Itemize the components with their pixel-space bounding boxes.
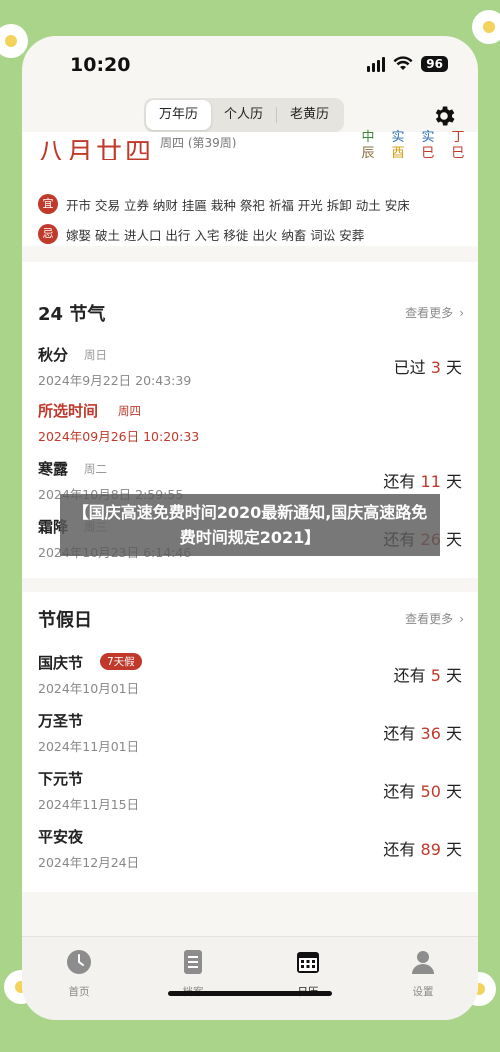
status-icons: 96: [367, 56, 448, 72]
battery-indicator: 96: [421, 56, 448, 72]
holiday-name: 万圣节: [38, 712, 84, 730]
holiday-date: 2024年10月01日: [38, 681, 140, 696]
holiday-name: 下元节: [38, 770, 84, 788]
holidays-title: 节假日: [38, 610, 92, 631]
ganzhi-cell: 酉: [391, 146, 405, 161]
countdown-number: 50: [420, 782, 441, 801]
tab-wannianli[interactable]: 万年历: [146, 100, 212, 130]
countdown-number: 5: [430, 666, 441, 685]
signal-icon: [367, 56, 386, 72]
tab-personal-calendar[interactable]: 个人历: [211, 100, 276, 130]
ganzhi-cell: 巳: [451, 146, 465, 161]
countdown-prefix: 还有: [383, 782, 416, 801]
countdown-suffix: 天: [445, 666, 462, 685]
countdown-prefix: 已过: [393, 358, 426, 377]
tab-label: 设置: [412, 986, 434, 998]
bottom-tab-bar: 首页 档案 日历 设置: [22, 936, 478, 1020]
holiday-date: 2024年11月01日: [38, 739, 140, 754]
countdown-number: 11: [420, 472, 441, 491]
see-more-label: 查看更多: [405, 612, 454, 626]
yi-badge: 宜: [38, 194, 58, 214]
ganzhi-cell: 辰: [361, 146, 375, 161]
term-date: 2024年09月26日 10:20:33: [38, 429, 200, 444]
ganzhi-cell: 实: [421, 130, 435, 145]
yi-row: 宜 开市 交易 立券 纳财 挂匾 栽种 祭祀 祈福 开光 拆卸 动土 安床: [38, 194, 410, 214]
clock-icon: [67, 950, 91, 974]
holiday-countdown: 还有 50 天: [383, 778, 462, 802]
solar-terms-title: 24 节气: [38, 304, 106, 325]
countdown-suffix: 天: [445, 472, 462, 491]
countdown-prefix: 还有: [393, 666, 426, 685]
term-date: 2024年9月22日 20:43:39: [38, 373, 192, 388]
chevron-right-icon: ›: [459, 611, 464, 626]
holidays-see-more[interactable]: 查看更多 ›: [405, 610, 464, 627]
ganzhi-cell: 丁: [451, 130, 465, 145]
term-week: 周日: [84, 348, 107, 362]
countdown-number: 3: [430, 358, 441, 377]
term-name: 所选时间: [38, 402, 99, 420]
holiday-countdown: 还有 89 天: [383, 836, 462, 860]
tab-almanac[interactable]: 老黄历: [277, 100, 342, 130]
term-countdown: 已过 3 天: [394, 354, 462, 378]
countdown-suffix: 天: [445, 840, 462, 859]
user-icon: [412, 951, 434, 974]
lunar-day-card: 八月廿四 周四 (第39周) 中 实 实 丁 辰 酉 巳 巳 宜 开市 交易 立…: [22, 130, 478, 246]
status-bar: 10:20 96: [22, 36, 478, 96]
term-name: 秋分: [38, 346, 69, 364]
holiday-name: 国庆节: [38, 654, 84, 672]
holiday-row[interactable]: 国庆节 7天假 2024年10月01日 还有 5 天: [38, 652, 462, 704]
term-week: 周二: [84, 462, 107, 476]
countdown-number: 36: [420, 724, 441, 743]
holiday-row[interactable]: 下元节 2024年11月15日 还有 50 天: [38, 768, 462, 820]
home-indicator: [168, 991, 332, 996]
status-time: 10:20: [70, 54, 131, 76]
ganzhi-row-bottom: 辰 酉 巳 巳: [358, 146, 468, 162]
chevron-right-icon: ›: [459, 305, 464, 320]
gear-icon[interactable]: [431, 103, 457, 129]
wifi-icon: [393, 56, 413, 70]
holiday-countdown: 还有 5 天: [394, 662, 462, 686]
term-countdown: 还有 11 天: [383, 468, 462, 492]
selected-time-row: 所选时间 周四 2024年09月26日 10:20:33: [38, 400, 462, 452]
calendar-type-switch: 万年历 个人历 老黄历: [144, 98, 345, 132]
ganzhi-cell: 实: [391, 130, 405, 145]
ganzhi-cell: 巳: [421, 146, 435, 161]
article-title-banner: 【国庆高速免费时间2020最新通知,国庆高速路免费时间规定2021】: [60, 494, 440, 556]
see-more-label: 查看更多: [405, 306, 454, 320]
lunar-date-title: 八月廿四: [38, 138, 155, 160]
countdown-suffix: 天: [445, 782, 462, 801]
countdown-prefix: 还有: [383, 724, 416, 743]
holidays-card: 节假日 查看更多 › 国庆节 7天假 2024年10月01日 还有 5 天 万圣…: [22, 592, 478, 892]
holiday-row[interactable]: 平安夜 2024年12月24日 还有 89 天: [38, 826, 462, 878]
countdown-suffix: 天: [445, 724, 462, 743]
countdown-prefix: 还有: [383, 472, 416, 491]
solar-term-row[interactable]: 秋分 周日 2024年9月22日 20:43:39 已过 3 天: [38, 344, 462, 396]
holiday-badge: 7天假: [100, 653, 142, 670]
holiday-name: 平安夜: [38, 828, 84, 846]
ji-badge: 忌: [38, 224, 58, 244]
countdown-number: 89: [420, 840, 441, 859]
holiday-date: 2024年12月24日: [38, 855, 140, 870]
ganzhi-grid: 中 实 实 丁 辰 酉 巳 巳: [358, 130, 468, 162]
ji-text: 嫁娶 破土 进人口 出行 入宅 移徙 出火 纳畜 词讼 安葬: [66, 227, 365, 243]
term-week: 周四: [118, 404, 141, 418]
tab-settings[interactable]: 设置: [388, 949, 458, 999]
term-name: 寒露: [38, 460, 69, 478]
tab-label: 首页: [68, 986, 90, 998]
holiday-countdown: 还有 36 天: [383, 720, 462, 744]
holiday-date: 2024年11月15日: [38, 797, 140, 812]
tab-home[interactable]: 首页: [44, 949, 114, 999]
ganzhi-row-top: 中 实 实 丁: [358, 130, 468, 146]
ganzhi-cell: 中: [361, 130, 375, 145]
countdown-suffix: 天: [445, 530, 462, 549]
lunar-week-info: 周四 (第39周): [160, 136, 237, 148]
ji-row: 忌 嫁娶 破土 进人口 出行 入宅 移徙 出火 纳畜 词讼 安葬: [38, 224, 364, 244]
holiday-row[interactable]: 万圣节 2024年11月01日 还有 36 天: [38, 710, 462, 762]
document-icon: [184, 950, 202, 974]
countdown-suffix: 天: [445, 358, 462, 377]
yi-text: 开市 交易 立券 纳财 挂匾 栽种 祭祀 祈福 开光 拆卸 动土 安床: [66, 197, 410, 213]
calendar-icon: [297, 952, 319, 973]
countdown-prefix: 还有: [383, 840, 416, 859]
solar-terms-see-more[interactable]: 查看更多 ›: [405, 304, 464, 321]
